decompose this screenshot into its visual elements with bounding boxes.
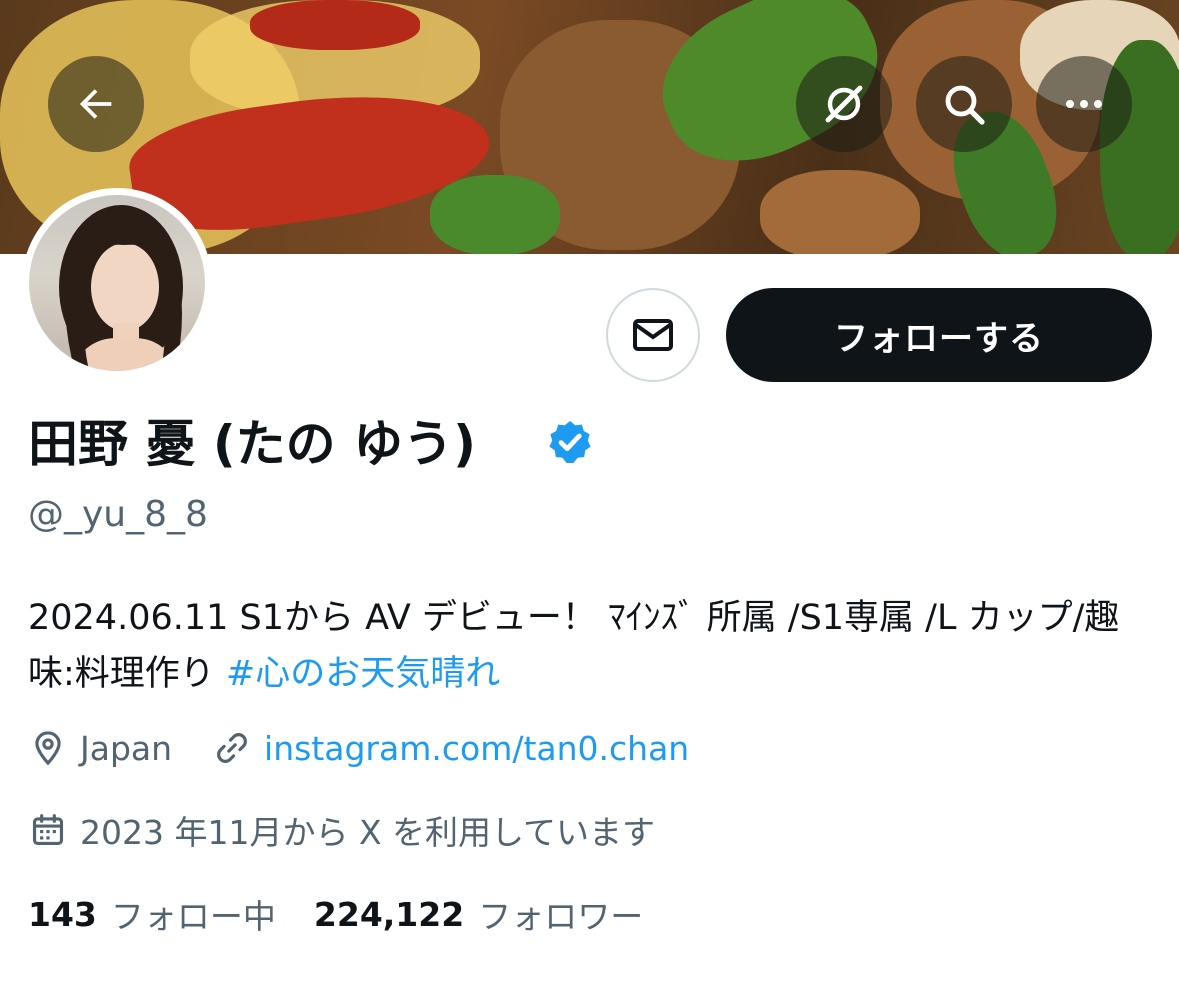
- back-button[interactable]: [48, 56, 144, 152]
- joined-row: 2023 年11月から X を利用しています: [28, 806, 655, 854]
- banner-meat: [760, 170, 920, 254]
- search-icon: [945, 85, 985, 125]
- location-website-row: Japan instagram.com/tan0.chan: [28, 728, 689, 768]
- message-button[interactable]: [606, 288, 700, 382]
- display-name: 田野 憂 (たの ゆう): [28, 415, 476, 473]
- verified-badge-icon: [549, 421, 591, 463]
- followers-label: フォロワー: [478, 897, 644, 936]
- arrow-left-icon: [79, 89, 112, 119]
- slashed-circle-icon: [825, 85, 863, 123]
- calendar-icon: [28, 810, 68, 850]
- link-icon: [212, 728, 252, 768]
- more-horizontal-icon: [1066, 100, 1102, 108]
- search-button[interactable]: [916, 56, 1012, 152]
- avatar-portrait: [59, 205, 183, 371]
- bio-hashtag-link[interactable]: #心のお天気晴れ: [226, 654, 500, 694]
- followers-count: 224,122: [313, 894, 465, 934]
- website-link[interactable]: instagram.com/tan0.chan: [264, 729, 689, 768]
- followers-link[interactable]: 224,122 フォロワー: [314, 890, 643, 938]
- follow-button[interactable]: フォローする: [726, 288, 1152, 382]
- grok-button[interactable]: [796, 56, 892, 152]
- bio-text: 2024.06.11 S1から AV デビュー！ ﾏｲﾝｽﾞ 所属 /S1専属 …: [28, 598, 1120, 694]
- location-pin-icon: [28, 728, 68, 768]
- user-handle: @_yu_8_8: [28, 494, 208, 535]
- follow-stats: 143 フォロー中 224,122 フォロワー: [28, 890, 643, 938]
- banner-pepper: [430, 175, 560, 254]
- following-count: 143: [28, 894, 97, 934]
- envelope-icon: [633, 319, 673, 351]
- banner-tomato: [250, 0, 420, 50]
- following-label: フォロー中: [110, 897, 276, 936]
- more-button[interactable]: [1036, 56, 1132, 152]
- avatar[interactable]: [29, 195, 205, 371]
- profile-bio: 2024.06.11 S1から AV デビュー！ ﾏｲﾝｽﾞ 所属 /S1専属 …: [28, 590, 1148, 702]
- following-link[interactable]: 143 フォロー中: [28, 890, 276, 938]
- location-text: Japan: [80, 728, 173, 768]
- joined-text: 2023 年11月から X を利用しています: [80, 813, 656, 852]
